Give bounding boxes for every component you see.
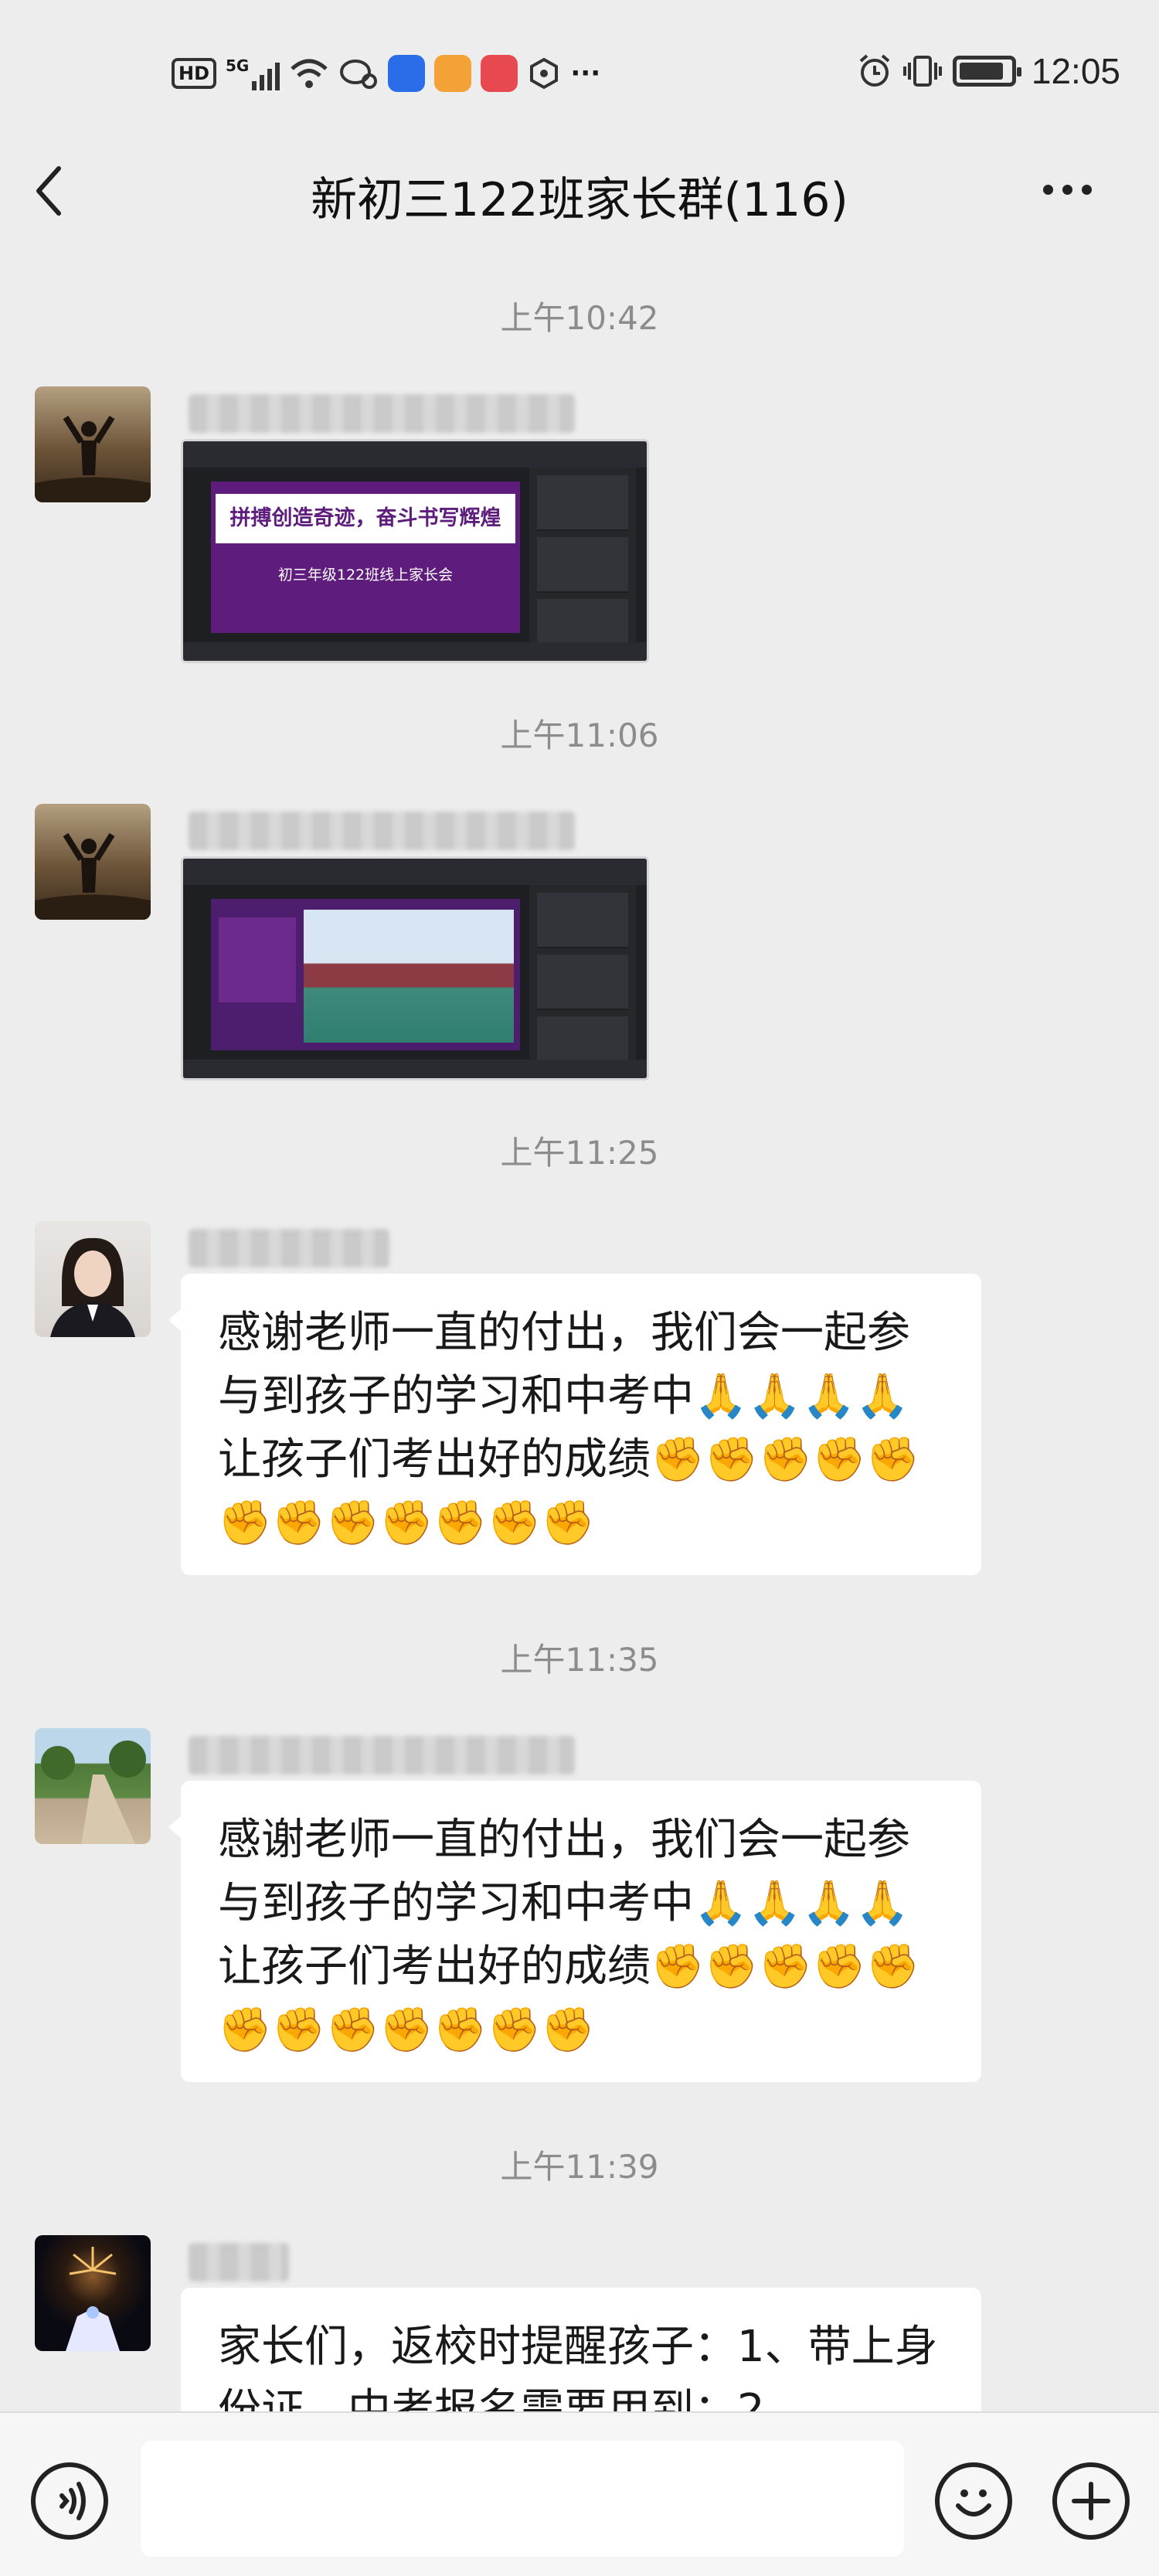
avatar-portrait xyxy=(50,1237,135,1337)
slide-photo xyxy=(304,910,514,1043)
image-message[interactable]: 拼搏创造奇迹，奋斗书写辉煌 初三年级122班线上家长会 xyxy=(181,439,649,663)
network-label: 5G xyxy=(226,56,250,75)
avatar[interactable] xyxy=(35,1221,151,1337)
voice-icon xyxy=(59,2482,86,2520)
participant-tile xyxy=(537,893,628,948)
video-app-icon xyxy=(434,55,472,92)
more-notifications: ··· xyxy=(570,58,601,89)
more-actions-button[interactable] xyxy=(1052,2462,1130,2540)
meeting-slide xyxy=(211,899,520,1050)
participant-tile xyxy=(537,537,628,593)
avatar-landscape xyxy=(41,1741,146,1844)
message-bubble[interactable]: 感谢老师一直的付出，我们会一起参与到孩子的学习和中考中🙏🙏🙏🙏让孩子们考出好的成… xyxy=(168,1274,981,1575)
more-dot xyxy=(1062,184,1072,195)
image-message[interactable] xyxy=(181,856,649,1080)
more-button[interactable] xyxy=(1043,178,1105,201)
screenshot-topbar xyxy=(183,441,647,468)
hd-badge: HD xyxy=(172,58,217,89)
timestamp: 上午11:35 xyxy=(500,1641,659,1679)
sender-name-blurred xyxy=(189,812,575,850)
status-right: 12:05 xyxy=(857,48,1120,94)
status-left: HD 5G ··· xyxy=(172,54,600,93)
slide-subtitle: 初三年级122班线上家长会 xyxy=(277,567,454,584)
wifi-icon xyxy=(291,59,328,88)
avatar-fireworks xyxy=(66,2247,120,2351)
screenshot-topbar xyxy=(183,859,647,885)
timestamp: 上午11:25 xyxy=(500,1134,659,1172)
meeting-slide: 拼搏创造奇迹，奋斗书写辉煌 初三年级122班线上家长会 xyxy=(211,482,520,633)
avatar[interactable] xyxy=(35,2235,151,2351)
participant-tile xyxy=(537,475,628,531)
vibrate-icon xyxy=(902,56,942,87)
avatar[interactable] xyxy=(35,804,151,920)
message-bubble[interactable]: 家长们，返校时提醒孩子：1、带上身份证，中考报名需要用到；2 xyxy=(181,2288,981,2419)
sender-name-blurred xyxy=(189,394,575,433)
emoji-button[interactable] xyxy=(935,2462,1012,2540)
status-bar: HD 5G ··· 12:05 xyxy=(0,0,1159,147)
input-bar xyxy=(0,2411,1159,2576)
message-text: 感谢老师一直的付出，我们会一起参与到孩子的学习和中考中🙏🙏🙏🙏让孩子们考出好的成… xyxy=(218,1815,920,2055)
slide-text-block xyxy=(219,917,296,1002)
signal-icon: 5G xyxy=(226,56,280,90)
sender-name-blurred xyxy=(189,1736,575,1775)
screenshot-bottombar xyxy=(183,1060,647,1078)
voice-button[interactable] xyxy=(31,2462,108,2540)
avatar-silhouette xyxy=(35,832,151,920)
chat-status-icon xyxy=(340,60,378,89)
message-text: 家长们，返校时提醒孩子：1、带上身份证，中考报名需要用到；2 xyxy=(218,2322,938,2419)
sender-name-blurred xyxy=(189,2243,289,2282)
alarm-icon xyxy=(859,54,890,87)
timestamp: 上午10:42 xyxy=(500,299,659,337)
participant-panel xyxy=(529,468,636,655)
screenshot-bottombar xyxy=(183,642,647,661)
more-dot xyxy=(1082,184,1092,195)
avatar[interactable] xyxy=(35,386,151,502)
message-bubble[interactable]: 感谢老师一直的付出，我们会一起参与到孩子的学习和中考中🙏🙏🙏🙏让孩子们考出好的成… xyxy=(168,1781,981,2082)
battery-icon xyxy=(952,56,1021,87)
sender-name-blurred xyxy=(189,1229,389,1268)
message-input[interactable] xyxy=(141,2441,904,2557)
plus-icon xyxy=(1072,2482,1110,2520)
timestamp: 上午11:06 xyxy=(500,716,659,754)
emoji-icon xyxy=(956,2489,991,2516)
timestamp: 上午11:39 xyxy=(500,2148,659,2186)
app-notification-icon xyxy=(388,55,426,92)
slide-title: 拼搏创造奇迹，奋斗书写辉煌 xyxy=(216,494,515,543)
clock: 12:05 xyxy=(1031,51,1120,91)
chat-title: 新初三122班家长群(116) xyxy=(311,173,848,227)
chat-header: 新初三122班家长群(116) xyxy=(0,147,1159,233)
participant-panel xyxy=(529,885,636,1072)
mail-app-icon xyxy=(481,55,518,92)
hexagon-icon xyxy=(530,57,559,90)
more-dots-icon xyxy=(1043,184,1053,195)
avatar[interactable] xyxy=(35,1728,151,1844)
message-text: 感谢老师一直的付出，我们会一起参与到孩子的学习和中考中🙏🙏🙏🙏让孩子们考出好的成… xyxy=(218,1308,920,1548)
avatar-silhouette xyxy=(35,415,151,502)
participant-tile xyxy=(537,955,628,1010)
